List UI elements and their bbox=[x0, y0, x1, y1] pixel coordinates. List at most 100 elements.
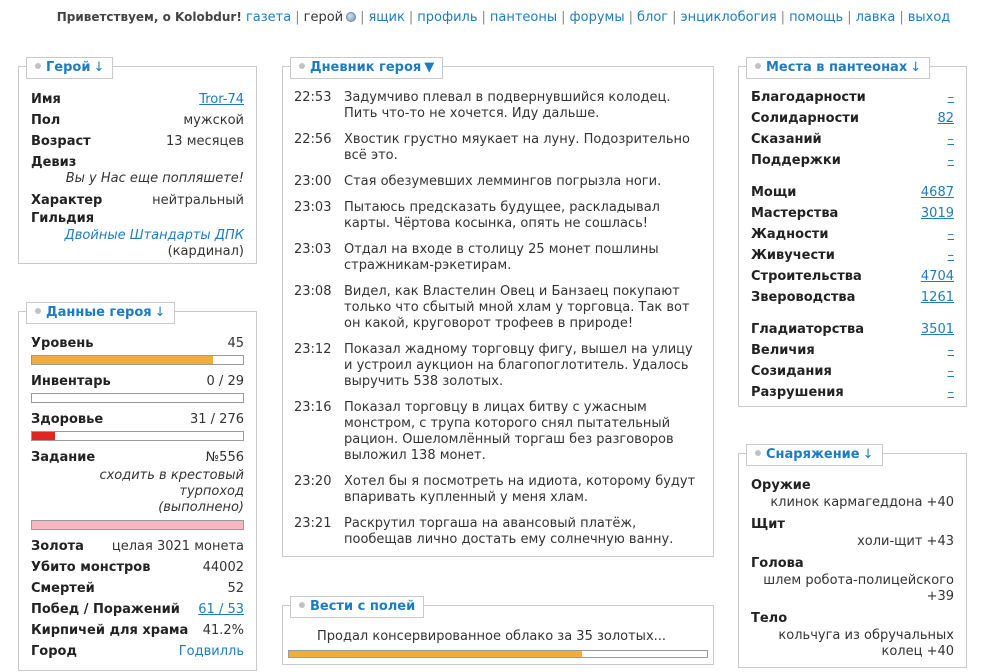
pantheon-rank-link[interactable]: – bbox=[948, 340, 955, 361]
monsters-killed-value: 44002 bbox=[202, 560, 244, 575]
nav-link-blog[interactable]: блог bbox=[637, 10, 668, 25]
pantheon-rank-link[interactable]: 1261 bbox=[921, 287, 954, 308]
diary-block: Дневник героя ▼ 22:53 Задумчиво плевал в п… bbox=[282, 57, 714, 557]
diary-block-title[interactable]: Дневник героя ▼ bbox=[290, 57, 444, 79]
pantheon-label: Живучести bbox=[751, 248, 835, 263]
pantheon-label: Благодарности bbox=[751, 90, 866, 105]
top-navigation: Приветствуем, о Kolobdur! газета | герой | я… bbox=[56, 10, 951, 25]
character-value: нейтральный bbox=[152, 193, 244, 208]
weapon-label: Оружие bbox=[751, 478, 811, 493]
guild-label: Гильдия bbox=[31, 211, 95, 226]
inventory-label: Инвентарь bbox=[31, 374, 111, 389]
motto-value: Вы у Нас еще попляшете! bbox=[65, 171, 244, 186]
diary-entry: 22:56 Хвостик грустно мяукает на луну. По… bbox=[294, 132, 690, 163]
nav-link-help[interactable]: помощь bbox=[789, 10, 843, 25]
news-progress-fill bbox=[289, 651, 582, 657]
pantheon-rank-link[interactable]: – bbox=[948, 87, 955, 108]
nav-link-forums[interactable]: форумы bbox=[570, 10, 625, 25]
gender-value: мужской bbox=[183, 113, 244, 128]
pantheon-rank-link[interactable]: – bbox=[948, 382, 955, 403]
diary-entry: 23:03 Пытаюсь предсказать будущее, раскла… bbox=[294, 200, 660, 231]
equipment-block-title[interactable]: Снаряжение ↓ bbox=[746, 444, 883, 466]
nav-link-pantheons[interactable]: пантеоны bbox=[490, 10, 557, 25]
pantheon-rank-link[interactable]: – bbox=[948, 361, 955, 382]
arrow-down-icon: ↓ bbox=[910, 60, 922, 75]
deaths-value: 52 bbox=[227, 581, 244, 596]
diary-entry: 22:53 Задумчиво плевал в подвернувшийся к… bbox=[294, 90, 671, 121]
nav-link-gazeta[interactable]: газета bbox=[246, 10, 291, 25]
hero-stats-block: Данные героя ↓ Уровень 45 Инвентарь 0 / 29 … bbox=[18, 302, 257, 671]
globe-icon[interactable] bbox=[346, 12, 357, 22]
pantheon-label: Разрушения bbox=[751, 385, 844, 400]
pantheon-rank-link[interactable]: – bbox=[948, 150, 955, 171]
health-value: 31 / 276 bbox=[190, 412, 244, 427]
arrow-down-icon: ↓ bbox=[154, 305, 166, 320]
triangle-down-icon: ▼ bbox=[424, 60, 435, 75]
health-label: Здоровье bbox=[31, 412, 104, 427]
diary-entry: 23:16 Показал торговцу в лицах битву с уж… bbox=[294, 400, 674, 463]
town-label: Город bbox=[31, 644, 77, 659]
shield-label: Щит bbox=[751, 517, 785, 532]
pantheon-rank-link[interactable]: 82 bbox=[937, 108, 954, 129]
pantheon-rank-link[interactable]: – bbox=[948, 224, 955, 245]
body-label: Тело bbox=[751, 611, 788, 626]
quest-text: сходить в крестовый турпоход bbox=[99, 468, 244, 499]
guild-link[interactable]: Двойные Штандарты ДПК bbox=[65, 228, 244, 243]
news-block-title[interactable]: Вести с полей bbox=[290, 596, 425, 618]
diary-entry: 23:12 Показал жадному торговцу фигу, выше… bbox=[294, 342, 693, 389]
wins-losses-label: Побед / Поражений bbox=[31, 602, 180, 617]
pantheon-label: Гладиаторства bbox=[751, 322, 864, 337]
pantheon-label: Солидарности bbox=[751, 111, 859, 126]
level-value: 45 bbox=[227, 336, 244, 351]
pantheon-label: Мощи bbox=[751, 185, 797, 200]
nav-link-mailbox[interactable]: ящик bbox=[368, 10, 404, 25]
bullet-icon bbox=[755, 450, 761, 456]
arrow-down-icon: ↓ bbox=[862, 447, 874, 462]
gold-label: Золота bbox=[31, 539, 84, 554]
pantheon-label: Жадности bbox=[751, 227, 829, 242]
diary-entry: 23:20 Хотел бы я посмотреть на идиота, ко… bbox=[294, 474, 696, 505]
bullet-icon bbox=[755, 63, 761, 69]
pantheon-rank-link[interactable]: – bbox=[948, 129, 955, 150]
pantheon-label: Поддержки bbox=[751, 153, 841, 168]
diary-entry: 23:00 Стая обезумевших леммингов погрызла… bbox=[294, 174, 662, 189]
quest-progress-fill bbox=[32, 521, 243, 529]
pantheon-label: Строительства bbox=[751, 269, 862, 284]
arrow-down-icon: ↓ bbox=[93, 60, 105, 75]
pantheon-label: Мастерства bbox=[751, 206, 839, 221]
level-progress-fill bbox=[32, 356, 214, 364]
nav-link-logout[interactable]: выход bbox=[908, 10, 951, 25]
hero-stats-title[interactable]: Данные героя ↓ bbox=[26, 302, 175, 324]
inventory-value: 0 / 29 bbox=[206, 374, 244, 389]
pantheon-rank-link[interactable]: 3019 bbox=[921, 203, 954, 224]
temple-bricks-label: Кирпичей для храма bbox=[31, 623, 189, 638]
pantheon-label: Созидания bbox=[751, 364, 832, 379]
bullet-icon bbox=[35, 63, 41, 69]
nav-link-encyclopedia[interactable]: энциклобогия bbox=[681, 10, 777, 25]
nav-link-shop[interactable]: лавка bbox=[856, 10, 896, 25]
nav-link-profile[interactable]: профиль bbox=[417, 10, 477, 25]
equipment-block: Снаряжение ↓ Оружие клинок кармагеддона +… bbox=[738, 444, 967, 668]
pantheon-rank-link[interactable]: 4687 bbox=[921, 182, 954, 203]
shield-value: холи-щит +43 bbox=[857, 534, 954, 549]
name-label: Имя bbox=[31, 92, 61, 107]
quest-progress-bar bbox=[31, 520, 244, 530]
pantheon-rank-link[interactable]: – bbox=[948, 245, 955, 266]
greeting: Приветствуем, о Kolobdur! bbox=[56, 10, 242, 24]
hero-name-link[interactable]: Tror-74 bbox=[199, 89, 244, 110]
guild-rank: (кардинал) bbox=[167, 244, 244, 259]
pantheons-block-title[interactable]: Места в пантеонах ↓ bbox=[746, 57, 931, 79]
wins-losses-link[interactable]: 61 / 53 bbox=[198, 599, 244, 620]
gender-label: Пол bbox=[31, 113, 61, 128]
quest-status: (выполнено) bbox=[158, 500, 244, 515]
inventory-progress-bar bbox=[31, 393, 244, 403]
temple-bricks-value: 41.2% bbox=[202, 623, 244, 638]
hero-block-title[interactable]: Герой ↓ bbox=[26, 57, 114, 79]
bullet-icon bbox=[35, 308, 41, 314]
news-progress-bar bbox=[288, 650, 708, 658]
town-link[interactable]: Годвилль bbox=[179, 641, 244, 662]
pantheons-block: Места в пантеонах ↓ Благодарности – Солида… bbox=[738, 57, 967, 407]
pantheon-rank-link[interactable]: 3501 bbox=[921, 319, 954, 340]
weapon-value: клинок кармагеддона +40 bbox=[770, 495, 954, 510]
pantheon-rank-link[interactable]: 4704 bbox=[921, 266, 954, 287]
